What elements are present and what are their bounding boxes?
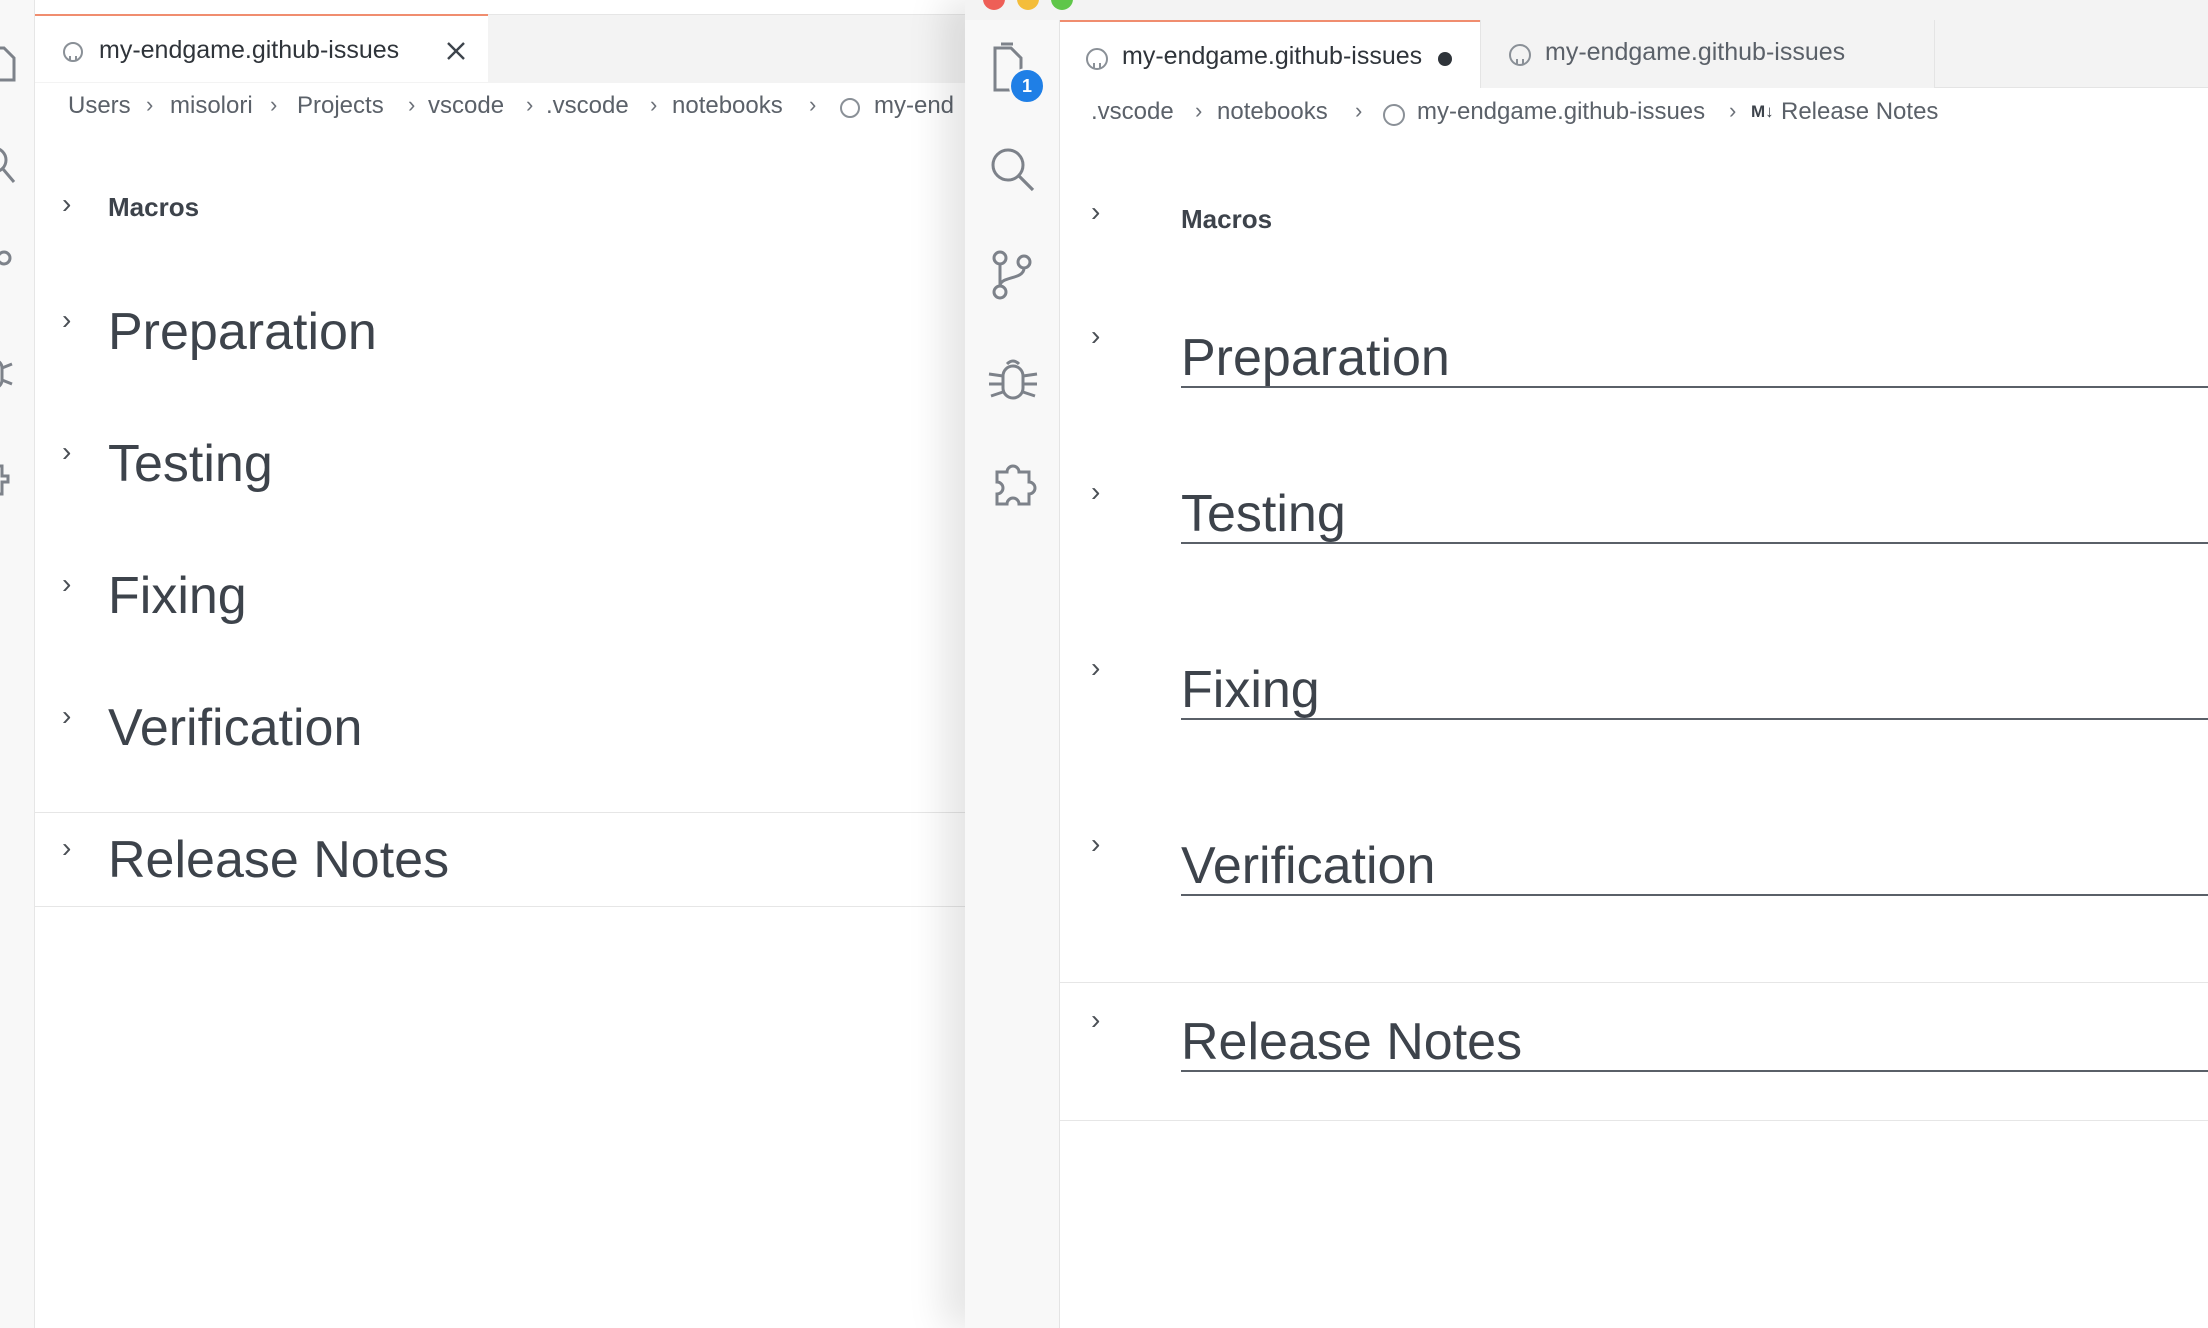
github-icon bbox=[1509, 44, 1531, 66]
debug-icon[interactable] bbox=[985, 352, 1041, 408]
unsaved-dot-icon[interactable] bbox=[1438, 52, 1452, 66]
github-icon bbox=[1383, 104, 1405, 126]
cell-divider bbox=[35, 812, 965, 813]
cell-collapse-chevron-icon[interactable]: › bbox=[1091, 828, 1100, 860]
chevron-right-icon: › bbox=[650, 92, 658, 117]
breadcrumb-item-notebooks[interactable]: notebooks bbox=[1217, 98, 1328, 126]
debug-icon[interactable] bbox=[0, 352, 14, 396]
tab-my-endgame[interactable]: my-endgame.github-issues bbox=[35, 14, 488, 82]
github-icon bbox=[840, 98, 860, 118]
heading-underline bbox=[1181, 894, 2208, 896]
activity-bar: 1 bbox=[965, 20, 1060, 1328]
tab-my-endgame-active[interactable]: my-endgame.github-issues bbox=[1060, 20, 1480, 89]
search-icon[interactable] bbox=[0, 144, 18, 188]
cell-heading-macros: Macros bbox=[108, 192, 200, 222]
cell-divider bbox=[35, 906, 965, 907]
breadcrumb: .vscode › notebooks › my-endgame.github-… bbox=[1091, 98, 2191, 134]
chevron-right-icon: › bbox=[526, 92, 534, 117]
explorer-icon[interactable] bbox=[0, 40, 22, 84]
github-icon bbox=[63, 42, 83, 62]
cell-heading-preparation: Preparation bbox=[1181, 329, 1450, 387]
close-icon[interactable] bbox=[445, 40, 467, 62]
foreground-editor-window: 1 my-endgame.github-issues my-endgame.gi… bbox=[965, 0, 2208, 1328]
cell-collapse-chevron-icon[interactable]: › bbox=[62, 832, 71, 864]
breadcrumb-item-misolori[interactable]: misolori bbox=[170, 92, 253, 120]
cell-heading-testing: Testing bbox=[108, 435, 273, 493]
breadcrumb-item-projects[interactable]: Projects bbox=[297, 92, 384, 120]
breadcrumb-item-notebooks[interactable]: notebooks bbox=[672, 92, 783, 120]
source-control-icon[interactable] bbox=[987, 248, 1039, 302]
breadcrumb-item-dot-vscode[interactable]: .vscode bbox=[1091, 98, 1174, 126]
cell-collapse-chevron-icon[interactable]: › bbox=[1091, 1004, 1100, 1036]
chevron-right-icon: › bbox=[408, 92, 416, 117]
cell-collapse-chevron-icon[interactable]: › bbox=[62, 436, 71, 468]
background-editor-window: my-endgame.github-issues Users › misolor… bbox=[0, 0, 965, 1328]
cell-heading-release-notes: Release Notes bbox=[1181, 1013, 1523, 1071]
heading-underline bbox=[1181, 718, 2208, 720]
explorer-badge: 1 bbox=[1009, 68, 1045, 104]
cell-heading-release-notes: Release Notes bbox=[108, 831, 450, 889]
tab-my-endgame-inactive[interactable]: my-endgame.github-issues bbox=[1480, 20, 1935, 88]
chevron-right-icon: › bbox=[1355, 98, 1363, 123]
minimize-window-button[interactable] bbox=[1017, 0, 1039, 10]
cell-collapse-chevron-icon[interactable]: › bbox=[62, 568, 71, 600]
cell-heading-macros: Macros bbox=[1181, 204, 1273, 234]
cell-heading-verification: Verification bbox=[108, 699, 363, 757]
cell-collapse-chevron-icon[interactable]: › bbox=[1091, 196, 1100, 228]
heading-underline bbox=[1181, 542, 2208, 544]
breadcrumb-item-file[interactable]: my-end bbox=[874, 92, 954, 120]
cell-collapse-chevron-icon[interactable]: › bbox=[62, 304, 71, 336]
cell-heading-preparation: Preparation bbox=[108, 303, 377, 361]
cell-heading-fixing: Fixing bbox=[108, 567, 247, 625]
maximize-window-button[interactable] bbox=[1051, 0, 1073, 10]
tab-label: my-endgame.github-issues bbox=[99, 36, 400, 64]
chevron-right-icon: › bbox=[1195, 98, 1203, 123]
cell-divider bbox=[1060, 982, 2208, 983]
close-window-button[interactable] bbox=[983, 0, 1005, 10]
title-bar bbox=[965, 0, 2208, 20]
extensions-icon[interactable] bbox=[987, 458, 1039, 512]
activity-bar bbox=[0, 0, 35, 1328]
cell-collapse-chevron-icon[interactable]: › bbox=[1091, 652, 1100, 684]
breadcrumb: Users › misolori › Projects › vscode › .… bbox=[68, 92, 965, 128]
heading-underline bbox=[1181, 386, 2208, 388]
heading-underline bbox=[1181, 1070, 2208, 1072]
breadcrumb-item-users[interactable]: Users bbox=[68, 92, 131, 120]
cell-heading-fixing: Fixing bbox=[1181, 661, 1320, 719]
breadcrumb-item-current[interactable]: Release Notes bbox=[1781, 98, 1938, 126]
cell-collapse-chevron-icon[interactable]: › bbox=[62, 188, 71, 220]
extensions-icon[interactable] bbox=[0, 458, 16, 502]
chevron-right-icon: › bbox=[809, 92, 817, 117]
tab-label: my-endgame.github-issues bbox=[1122, 42, 1423, 70]
search-icon[interactable] bbox=[987, 144, 1039, 196]
cell-heading-verification: Verification bbox=[1181, 837, 1436, 895]
chevron-right-icon: › bbox=[270, 92, 278, 117]
markdown-icon: M↓ bbox=[1751, 102, 1774, 121]
chevron-right-icon: › bbox=[1729, 98, 1737, 123]
breadcrumb-item-vscode[interactable]: vscode bbox=[428, 92, 504, 120]
tab-label: my-endgame.github-issues bbox=[1545, 38, 1846, 66]
chevron-right-icon: › bbox=[146, 92, 154, 117]
cell-collapse-chevron-icon[interactable]: › bbox=[1091, 320, 1100, 352]
cell-collapse-chevron-icon[interactable]: › bbox=[62, 700, 71, 732]
breadcrumb-item-file[interactable]: my-endgame.github-issues bbox=[1417, 98, 1705, 126]
source-control-icon[interactable] bbox=[0, 246, 18, 276]
cell-collapse-chevron-icon[interactable]: › bbox=[1091, 476, 1100, 508]
breadcrumb-item-dot-vscode[interactable]: .vscode bbox=[546, 92, 629, 120]
cell-heading-testing: Testing bbox=[1181, 485, 1346, 543]
github-icon bbox=[1086, 48, 1108, 70]
cell-divider bbox=[1060, 1120, 2208, 1121]
